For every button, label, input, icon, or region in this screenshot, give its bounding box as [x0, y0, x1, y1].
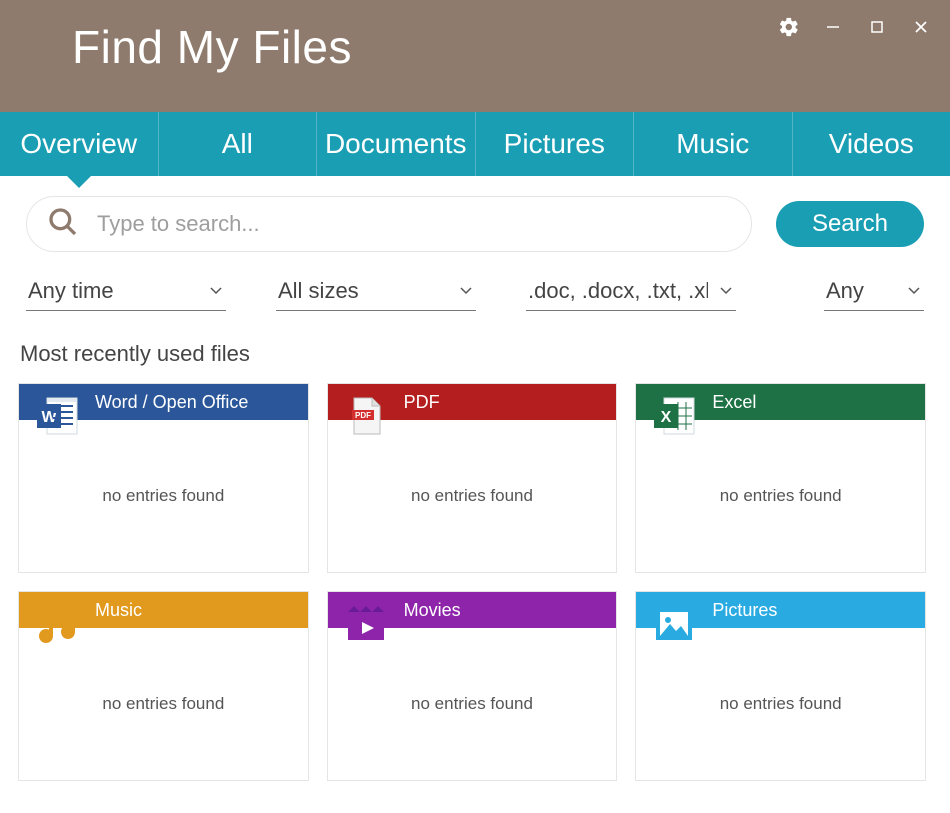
card-excel[interactable]: Excel Xno entries found — [635, 383, 926, 573]
search-icon — [47, 206, 79, 243]
maximize-icon — [869, 19, 885, 40]
card-body: no entries found — [19, 628, 308, 780]
chevron-down-icon — [718, 278, 734, 304]
pdf-icon: PDF — [342, 392, 390, 440]
filter-extension-value: .doc, .docx, .txt, .xl — [528, 278, 708, 304]
music-icon — [33, 600, 81, 648]
movie-icon — [342, 600, 390, 648]
tab-videos[interactable]: Videos — [793, 112, 950, 176]
tab-pictures[interactable]: Pictures — [476, 112, 635, 176]
card-title: PDF — [404, 392, 440, 413]
card-title: Pictures — [712, 600, 777, 621]
filter-other[interactable]: Any — [824, 274, 924, 311]
maximize-button[interactable] — [858, 14, 896, 44]
app-window: Find My Files — [0, 0, 950, 813]
card-movie[interactable]: Movies no entries found — [327, 591, 618, 781]
filter-time-value: Any time — [28, 278, 114, 304]
filter-time[interactable]: Any time — [26, 274, 226, 311]
app-title: Find My Files — [72, 20, 352, 74]
card-music[interactable]: Music no entries found — [18, 591, 309, 781]
card-body: no entries found — [636, 420, 925, 572]
word-icon: W — [33, 392, 81, 440]
cards-grid: Word / Open OfficeWno entries foundPDFPD… — [18, 383, 932, 781]
search-box — [26, 196, 752, 252]
tab-all[interactable]: All — [159, 112, 318, 176]
settings-button[interactable] — [770, 14, 808, 44]
card-title: Word / Open Office — [95, 392, 248, 413]
section-title: Most recently used files — [18, 341, 932, 367]
chevron-down-icon — [458, 278, 474, 304]
close-button[interactable] — [902, 14, 940, 44]
card-title: Music — [95, 600, 142, 621]
svg-text:PDF: PDF — [355, 411, 371, 420]
filter-row: Any time All sizes .doc, .docx, .txt, .x… — [18, 274, 932, 311]
card-title: Movies — [404, 600, 461, 621]
chevron-down-icon — [906, 278, 922, 304]
search-row: Search — [18, 196, 932, 252]
card-picture[interactable]: Pictures no entries found — [635, 591, 926, 781]
filter-size-value: All sizes — [278, 278, 359, 304]
content-area: Search Any time All sizes .doc, .docx, .… — [0, 176, 950, 813]
card-title: Excel — [712, 392, 756, 413]
excel-icon: X — [650, 392, 698, 440]
tab-bar: OverviewAllDocumentsPicturesMusicVideos — [0, 112, 950, 176]
chevron-down-icon — [208, 278, 224, 304]
tab-music[interactable]: Music — [634, 112, 793, 176]
minimize-button[interactable] — [814, 14, 852, 44]
card-word[interactable]: Word / Open Office Wno entries found — [18, 383, 309, 573]
search-button[interactable]: Search — [776, 201, 924, 247]
card-body: no entries found — [636, 628, 925, 780]
svg-text:X: X — [661, 409, 672, 426]
card-body: no entries found — [328, 628, 617, 780]
tab-documents[interactable]: Documents — [317, 112, 476, 176]
filter-size[interactable]: All sizes — [276, 274, 476, 311]
titlebar-controls — [770, 0, 950, 44]
search-input[interactable] — [97, 211, 735, 237]
filter-extension[interactable]: .doc, .docx, .txt, .xl — [526, 274, 736, 311]
card-body: no entries found — [19, 420, 308, 572]
card-pdf[interactable]: PDFPDFno entries found — [327, 383, 618, 573]
minimize-icon — [825, 19, 841, 40]
picture-icon — [650, 600, 698, 648]
tab-overview[interactable]: Overview — [0, 112, 159, 176]
filter-other-value: Any — [826, 278, 864, 304]
close-icon — [913, 19, 929, 40]
titlebar: Find My Files — [0, 0, 950, 112]
gear-icon — [778, 16, 800, 43]
card-body: no entries found — [328, 420, 617, 572]
